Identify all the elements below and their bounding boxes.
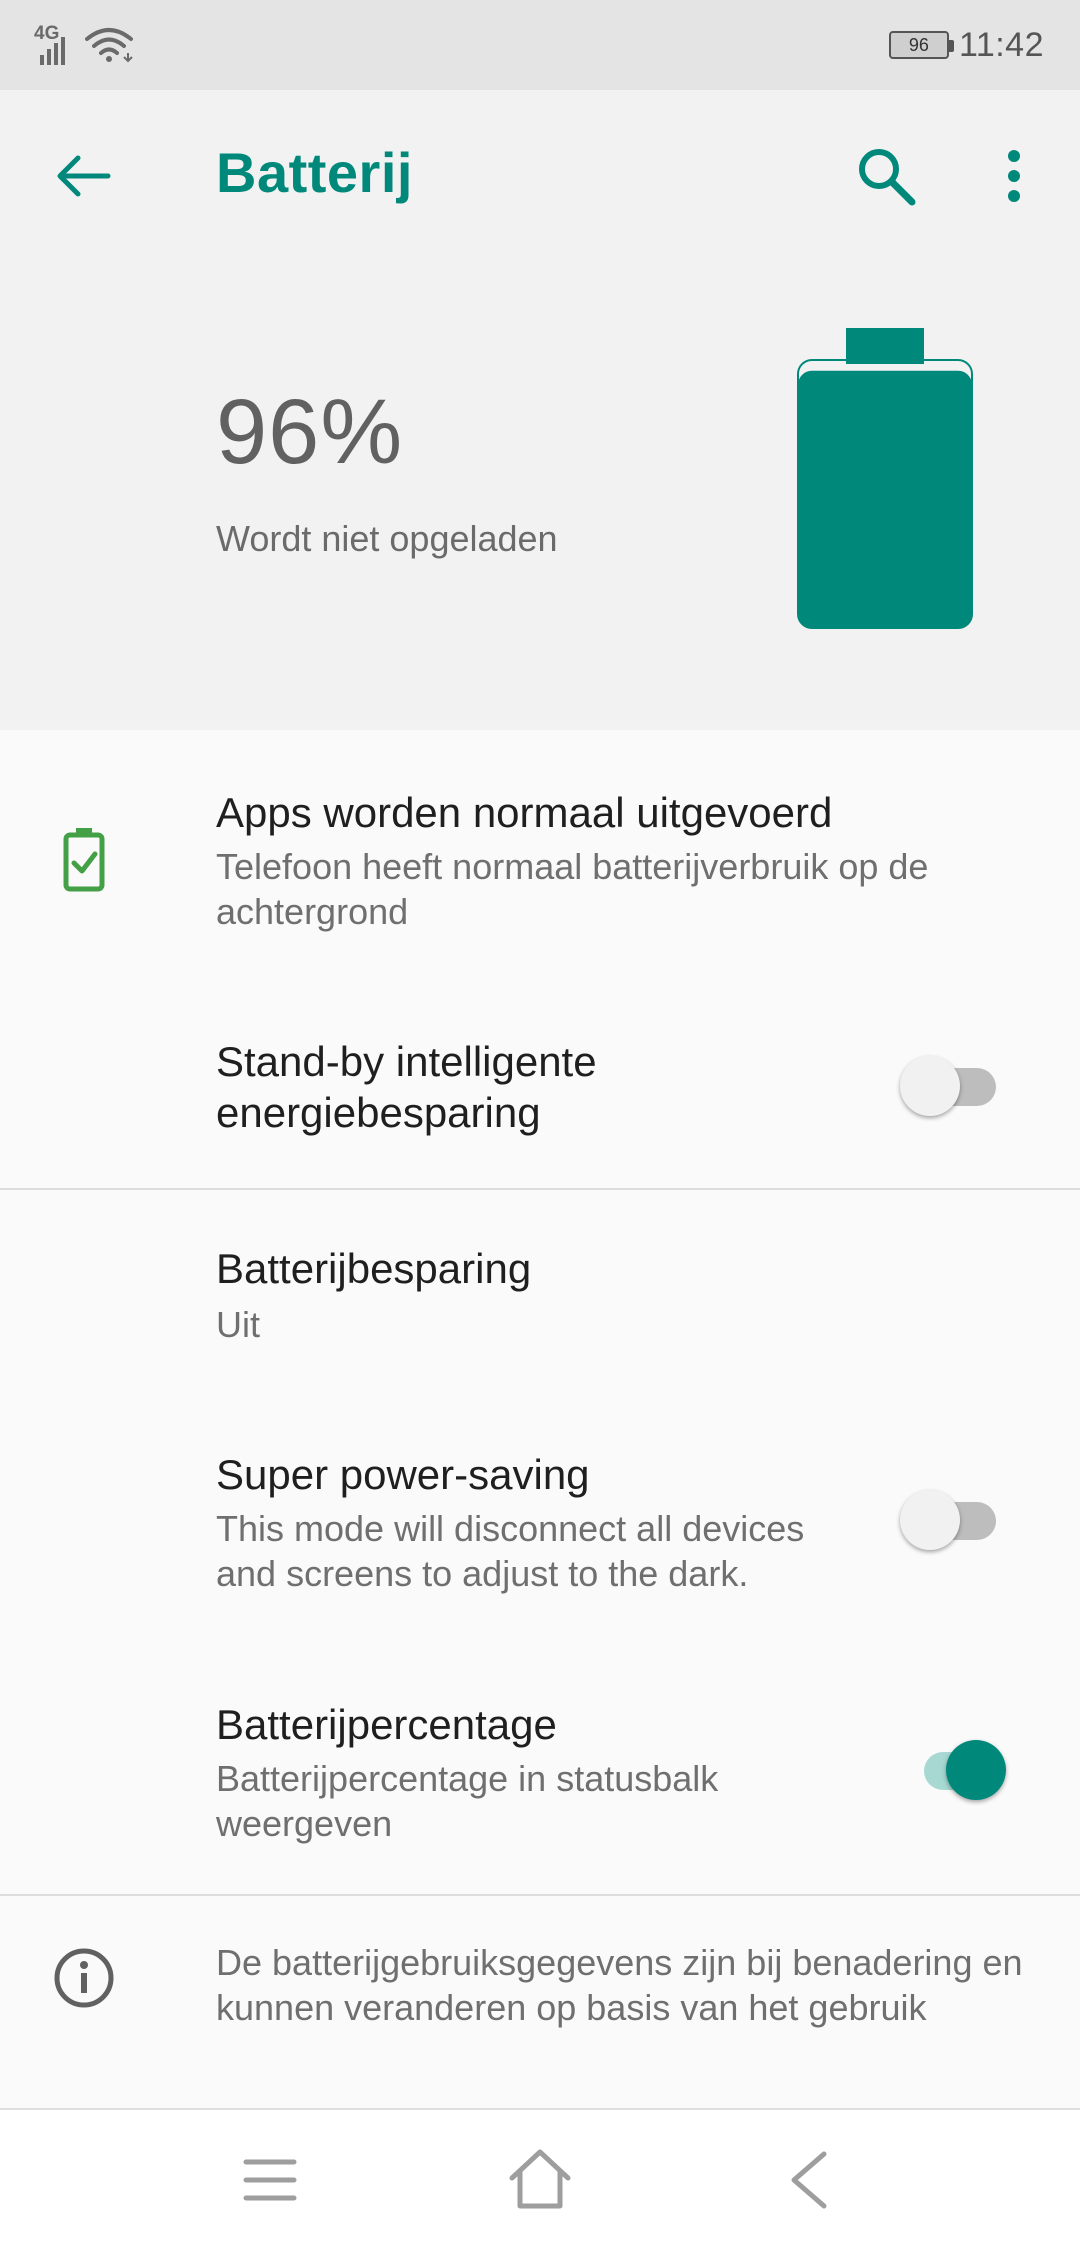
- status-left: 4G: [34, 23, 134, 67]
- status-bar: 4G 96 11:42: [0, 0, 1080, 90]
- menu-icon[interactable]: [230, 2140, 310, 2220]
- wifi-icon: [85, 28, 133, 63]
- battery-percentage-toggle[interactable]: [904, 1738, 1006, 1800]
- signal-icon: 4G: [34, 23, 74, 67]
- standby-saving-item[interactable]: Stand-by intelligente energiebesparing: [0, 1000, 1080, 1190]
- super-power-saving-toggle[interactable]: [900, 1488, 1000, 1550]
- status-time: 11:42: [958, 25, 1044, 64]
- status-battery-icon: 96: [888, 31, 954, 59]
- status-right: 96 11:42: [888, 25, 1044, 65]
- battery-saver-subtitle: Uit: [216, 1304, 260, 1345]
- app-bar: Batterij: [0, 90, 1080, 260]
- battery-settings-screen: 4G 96 11:42 Batterij 96% Wordt niet opge…: [0, 0, 1080, 2248]
- page-title: Batterij: [216, 141, 413, 204]
- super-power-saving-title: Super power-saving: [216, 1451, 590, 1498]
- super-power-saving-item[interactable]: Super power-saving This mode will discon…: [0, 1400, 1080, 1640]
- battery-large-icon: [797, 328, 973, 629]
- search-icon[interactable]: [852, 142, 920, 210]
- battery-saver-item[interactable]: Batterijbesparing Uit: [0, 1190, 1080, 1390]
- toggle-knob: [900, 1056, 960, 1116]
- battery-check-icon: [63, 828, 105, 892]
- battery-summary: 96% Wordt niet opgeladen: [0, 260, 1080, 730]
- battery-percentage-item[interactable]: Batterijpercentage Batterijpercentage in…: [0, 1650, 1080, 1890]
- apps-status-item[interactable]: Apps worden normaal uitgevoerd Telefoon …: [0, 730, 1080, 980]
- home-icon[interactable]: [500, 2140, 580, 2220]
- toggle-knob: [946, 1740, 1006, 1800]
- battery-percentage-subtitle: Batterijpercentage in statusbalk weergev…: [216, 1758, 719, 1844]
- status-battery-level: 96: [908, 34, 929, 55]
- battery-saver-title: Batterijbesparing: [216, 1245, 532, 1292]
- standby-saving-toggle[interactable]: [900, 1054, 1000, 1116]
- back-arrow-icon[interactable]: [52, 144, 116, 208]
- usage-info-text: De batterijgebruiksgegevens zijn bij ben…: [216, 1942, 1023, 2028]
- apps-status-title: Apps worden normaal uitgevoerd: [216, 789, 833, 836]
- back-icon[interactable]: [770, 2140, 850, 2220]
- info-icon: [54, 1948, 114, 2008]
- toggle-knob: [900, 1490, 960, 1550]
- navigation-bar: [0, 2108, 1080, 2248]
- usage-info: De batterijgebruiksgegevens zijn bij ben…: [0, 1896, 1080, 2106]
- more-vert-icon[interactable]: [994, 142, 1034, 210]
- apps-status-subtitle: Telefoon heeft normaal batterijverbruik …: [216, 846, 929, 932]
- battery-percent: 96%: [216, 381, 404, 483]
- super-power-saving-subtitle: This mode will disconnect all devices an…: [216, 1508, 805, 1594]
- standby-saving-title: Stand-by intelligente energiebesparing: [216, 1038, 597, 1137]
- battery-percentage-title: Batterijpercentage: [216, 1701, 557, 1748]
- charging-status: Wordt niet opgeladen: [216, 518, 558, 559]
